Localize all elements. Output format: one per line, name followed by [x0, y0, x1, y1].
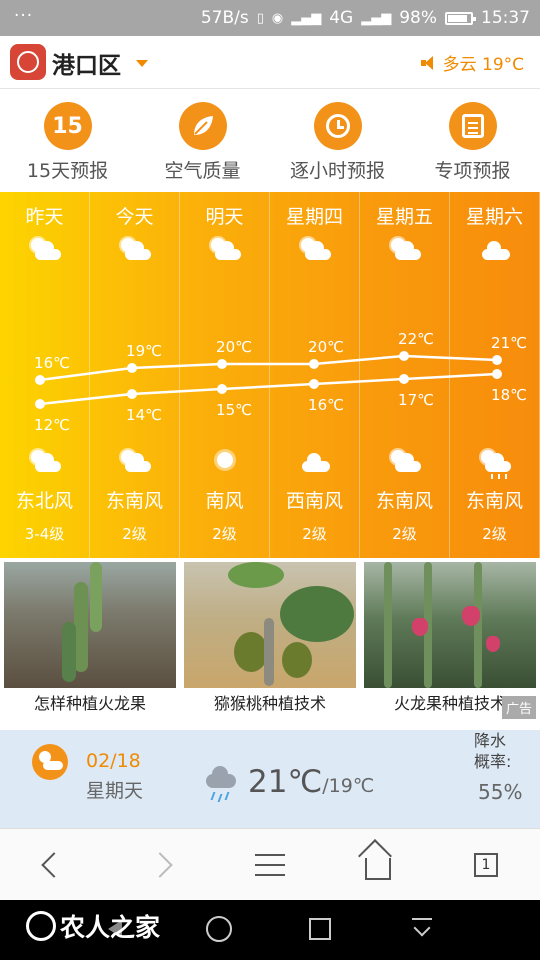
- status-right: 57B/s ▯ ◉ ▂▄▆ 4G ▂▄▆ 98% 15:37: [201, 8, 530, 28]
- today-temp-high: 21℃: [248, 764, 323, 800]
- eye-icon: ◉: [271, 10, 284, 26]
- temperature-curve: 16℃ 12℃ 19℃ 14℃ 20℃ 15℃ 20℃ 16℃ 22℃ 17℃ 21℃ 18℃: [34, 330, 527, 434]
- high-temp-label: 21℃: [491, 334, 527, 352]
- low-temp-label: 17℃: [398, 391, 434, 409]
- clock-time: 15:37: [481, 8, 530, 28]
- ad-strip: 怎样种植火龙果 猕猴桃种植技术 火龙果种植技术 广告: [0, 558, 540, 720]
- watermark-text: 农人之家: [60, 913, 161, 942]
- home-icon: [365, 858, 391, 880]
- today-temp-low: /19℃: [322, 775, 375, 797]
- high-temp-point: [399, 351, 409, 361]
- ad-caption: 猕猴桃种植技术: [213, 694, 326, 713]
- low-temp-point: [309, 379, 319, 389]
- status-bar: ··· 57B/s ▯ ◉ ▂▄▆ 4G ▂▄▆ 98% 15:37: [0, 0, 540, 36]
- quick-menu: 15 15天预报 空气质量 逐小时预报 专项预报: [0, 90, 540, 192]
- high-temp-line: [39, 354, 498, 382]
- precip-value: 55%: [478, 780, 523, 804]
- calendar-15-icon: 15: [43, 102, 92, 150]
- ad-image-dragon-fruit-orchard: [364, 562, 536, 688]
- ad-item[interactable]: 怎样种植火龙果: [4, 562, 176, 714]
- forward-button[interactable]: [140, 849, 180, 881]
- system-home-icon[interactable]: [206, 916, 232, 942]
- app-header: 港口区 多云 19°C: [0, 36, 540, 89]
- forecast-panel: 昨天 东北风 3-4级 今天 东南风 2级 明天 南风 2级 星期四 西南风 2…: [0, 192, 540, 558]
- tab-count: 1: [474, 853, 498, 877]
- chevron-right-icon: [147, 852, 173, 878]
- caret-down-icon[interactable]: [136, 60, 148, 67]
- header-weather[interactable]: 多云 19°C: [420, 50, 524, 75]
- net-speed: 57B/s: [200, 8, 249, 28]
- menu-15-day[interactable]: 15 15天预报: [0, 102, 135, 183]
- low-temp-label: 18℃: [491, 386, 527, 404]
- low-temp-point: [399, 374, 409, 384]
- high-temp-point: [217, 359, 227, 369]
- menu-label: 15天预报: [26, 160, 109, 182]
- ad-item[interactable]: 火龙果种植技术: [364, 562, 536, 714]
- ad-image-dragon-fruit-seedling: [4, 562, 176, 688]
- low-temp-label: 15℃: [216, 401, 252, 419]
- today-weekday: 星期天: [86, 780, 144, 802]
- high-temp-point: [127, 363, 137, 373]
- high-temp-label: 16℃: [34, 354, 70, 372]
- network-type: 4G: [329, 8, 354, 28]
- notification-dots: ···: [14, 6, 34, 26]
- high-temp-point: [35, 375, 45, 385]
- speaker-icon[interactable]: [420, 55, 435, 70]
- menu-label: 逐小时预报: [289, 160, 385, 182]
- watermark-logo-icon: [26, 911, 56, 941]
- high-temp-label: 20℃: [216, 338, 252, 356]
- back-button[interactable]: [34, 849, 74, 881]
- chevron-left-icon: [41, 852, 67, 878]
- battery-percent: 98%: [399, 8, 437, 28]
- high-temp-point: [492, 355, 502, 365]
- high-temp-label: 22℃: [398, 330, 434, 348]
- hamburger-icon: [255, 864, 285, 866]
- city-selector[interactable]: 港口区: [52, 46, 121, 80]
- ad-caption: 怎样种植火龙果: [33, 694, 146, 713]
- ad-item[interactable]: 猕猴桃种植技术: [184, 562, 356, 714]
- low-temp-label: 14℃: [126, 406, 162, 424]
- low-temp-label: 16℃: [308, 396, 344, 414]
- low-temp-point: [127, 389, 137, 399]
- menu-air-quality[interactable]: 空气质量: [135, 102, 270, 183]
- battery-icon: [445, 11, 476, 25]
- menu-hourly[interactable]: 逐小时预报: [270, 102, 405, 183]
- high-temp-label: 20℃: [308, 338, 344, 356]
- rain-icon: [204, 766, 238, 806]
- vibrate-icon: ▯: [256, 10, 264, 26]
- system-dropdown-icon[interactable]: [412, 918, 432, 940]
- menu-label: 专项预报: [434, 160, 511, 182]
- browser-nav: 1: [0, 828, 540, 901]
- tabs-button[interactable]: 1: [466, 849, 506, 881]
- today-summary[interactable]: 02/18 星期天 21℃/19℃ 降水 概率: 55%: [0, 730, 540, 828]
- signal-icon-2: ▂▄▆: [361, 10, 392, 26]
- system-recents-icon[interactable]: [309, 918, 331, 940]
- signal-icon: ▂▄▆: [291, 10, 322, 26]
- menu-label: 空气质量: [164, 160, 241, 182]
- system-nav-bar: 农人之家: [0, 900, 540, 960]
- partly-cloudy-icon: [32, 744, 68, 780]
- header-weather-text: 多云 19°C: [442, 55, 524, 75]
- document-icon: [448, 102, 497, 150]
- today-temperature: 21℃/19℃: [248, 764, 374, 800]
- low-temp-label: 12℃: [34, 416, 70, 434]
- low-temp-point: [492, 369, 502, 379]
- today-date: 02/18: [86, 750, 141, 772]
- high-temp-label: 19℃: [126, 342, 162, 360]
- low-temp-point: [217, 384, 227, 394]
- clock-icon: [313, 102, 362, 150]
- app-logo-icon[interactable]: [10, 44, 46, 80]
- ad-badge: 广告: [501, 696, 536, 719]
- precip-label: 降水 概率:: [474, 731, 512, 771]
- watermark: 农人之家: [26, 908, 160, 944]
- leaf-icon: [178, 102, 227, 150]
- low-temp-point: [35, 399, 45, 409]
- ad-image-kiwi: [184, 562, 356, 688]
- home-button[interactable]: [358, 849, 398, 881]
- menu-special[interactable]: 专项预报: [405, 102, 540, 183]
- menu-button[interactable]: [250, 849, 290, 881]
- high-temp-point: [309, 359, 319, 369]
